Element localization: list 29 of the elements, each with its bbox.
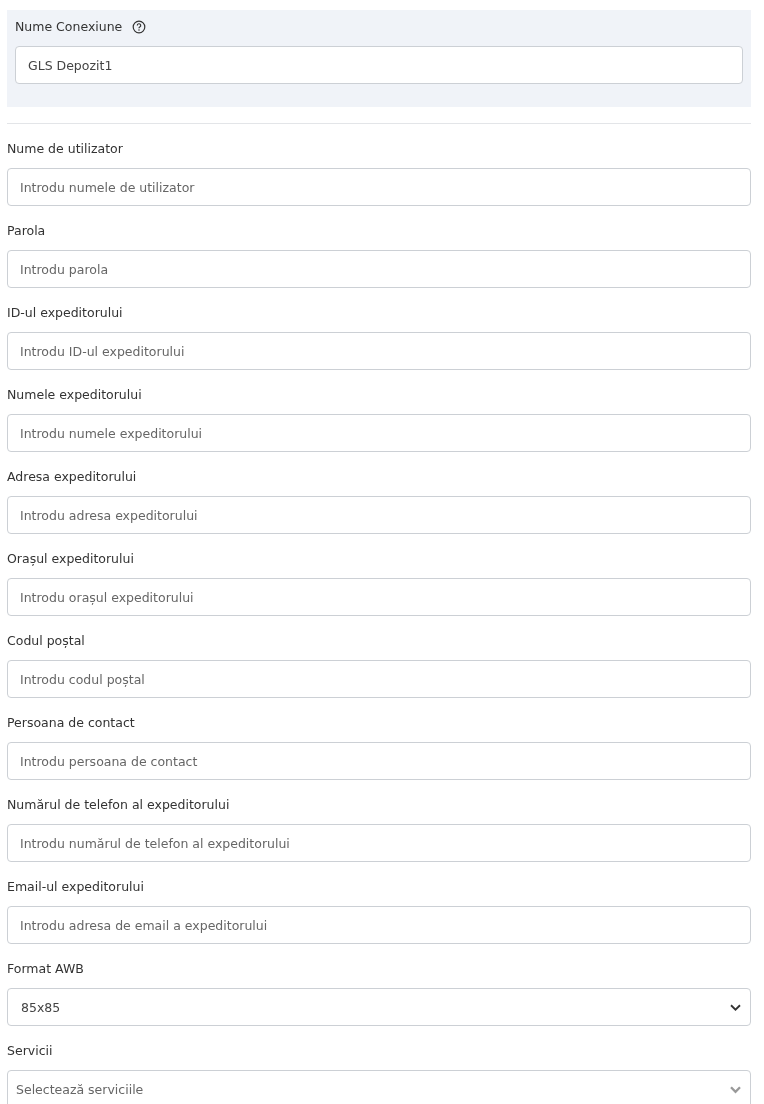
- text-field[interactable]: Introdu persoana de contact: [7, 742, 751, 780]
- field-label: Numărul de telefon al expeditorului: [7, 796, 231, 814]
- text-field[interactable]: Introdu parola: [7, 250, 751, 288]
- field-label: Format AWB: [7, 960, 85, 978]
- field-label: Parola: [7, 222, 47, 240]
- field-label: Codul poștal: [7, 632, 86, 650]
- text-field[interactable]: Introdu numele expeditorului: [7, 414, 751, 452]
- field-label: Nume Conexiune: [15, 18, 123, 36]
- field-label: Nume de utilizator: [7, 140, 124, 158]
- chevron-down-icon: [729, 1084, 742, 1094]
- field-label: Persoana de contact: [7, 714, 136, 732]
- help-icon[interactable]: [132, 20, 147, 34]
- text-field[interactable]: Introdu adresa de email a expeditorului: [7, 906, 751, 944]
- text-field[interactable]: GLS Depozit1: [15, 46, 743, 84]
- chevron-down-icon: [729, 1002, 742, 1012]
- text-field[interactable]: Introdu adresa expeditorului: [7, 496, 751, 534]
- text-field[interactable]: Introdu numărul de telefon al expeditorului: [7, 824, 751, 862]
- field-label: Orașul expeditorului: [7, 550, 135, 568]
- field-label: Numele expeditorului: [7, 386, 143, 404]
- select-dropdown[interactable]: 85x85: [7, 988, 751, 1026]
- text-field[interactable]: Introdu codul poștal: [7, 660, 751, 698]
- select-dropdown[interactable]: Selectează serviciile: [7, 1070, 751, 1104]
- text-field[interactable]: Introdu orașul expeditorului: [7, 578, 751, 616]
- field-label: Adresa expeditorului: [7, 468, 138, 486]
- text-field[interactable]: Introdu numele de utilizator: [7, 168, 751, 206]
- field-label: Email-ul expeditorului: [7, 878, 145, 896]
- field-label: Servicii: [7, 1042, 54, 1060]
- field-label: ID-ul expeditorului: [7, 304, 124, 322]
- text-field[interactable]: Introdu ID-ul expeditorului: [7, 332, 751, 370]
